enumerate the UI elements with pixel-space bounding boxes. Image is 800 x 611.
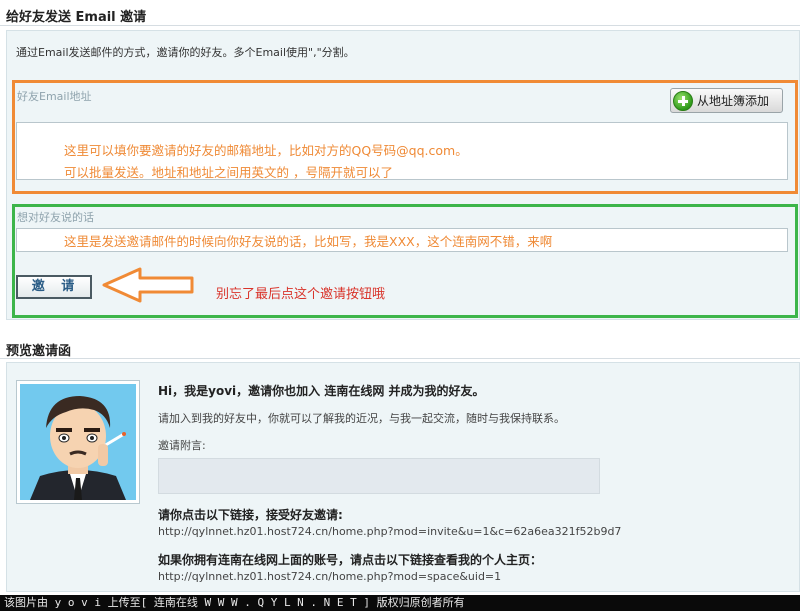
preview-section-title: 预览邀请函 [6, 344, 72, 359]
reminder-text: 别忘了最后点这个邀请按钮哦 [216, 287, 386, 302]
preview-memo-box [158, 458, 600, 494]
preview-profile-link[interactable]: http://qylnnet.hz01.host724.cn/home.php?… [158, 570, 501, 583]
email-hint-line2: 可以批量发送。地址和地址之间用英文的 ，号隔开就可以了 [64, 165, 393, 180]
preview-body: 请加入到我的好友中，你就可以了解我的近况，与我一起交流，随时与我保持联系。 [158, 412, 565, 425]
email-hint-line1: 这里可以填你要邀请的好友的邮箱地址，比如对方的QQ号码@qq.com。 [64, 143, 468, 158]
preview-accept-label: 请你点击以下链接，接受好友邀请: [158, 508, 343, 522]
invite-section-title: 给好友发送 Email 邀请 [6, 10, 147, 25]
message-field-label: 想对好友说的话 [17, 211, 94, 224]
add-from-address-book-label: 从地址簿添加 [697, 94, 770, 108]
preview-greeting: Hi，我是yovi，邀请你也加入 连南在线网 并成为我的好友。 [158, 384, 485, 398]
message-hint: 这里是发送邀请邮件的时候向你好友说的话，比如写，我是XXX，这个连南网不错，来啊 [64, 234, 553, 249]
preview-account-label: 如果你拥有连南在线网上面的账号，请点击以下链接查看我的个人主页： [158, 553, 543, 567]
avatar-image [20, 384, 136, 500]
footer-watermark: 该图片由 y o v i 上传至[ 连南在线 W W W . Q Y L N .… [0, 595, 800, 611]
invite-intro-text: 通过Email发送邮件的方式，邀请你的好友。多个Email使用","分割。 [16, 46, 355, 59]
avatar-frame [16, 380, 140, 504]
email-field-label: 好友Email地址 [17, 90, 92, 103]
preview-accept-link[interactable]: http://qylnnet.hz01.host724.cn/home.php?… [158, 525, 621, 538]
arrow-left-icon [102, 267, 194, 303]
invite-button[interactable]: 邀 请 [16, 275, 92, 299]
add-from-address-book-button[interactable]: 从地址簿添加 [670, 88, 783, 113]
title-divider [0, 25, 800, 26]
preview-memo-label: 邀请附言: [158, 439, 206, 452]
preview-title-divider [0, 358, 800, 359]
plus-circle-icon [673, 90, 693, 111]
